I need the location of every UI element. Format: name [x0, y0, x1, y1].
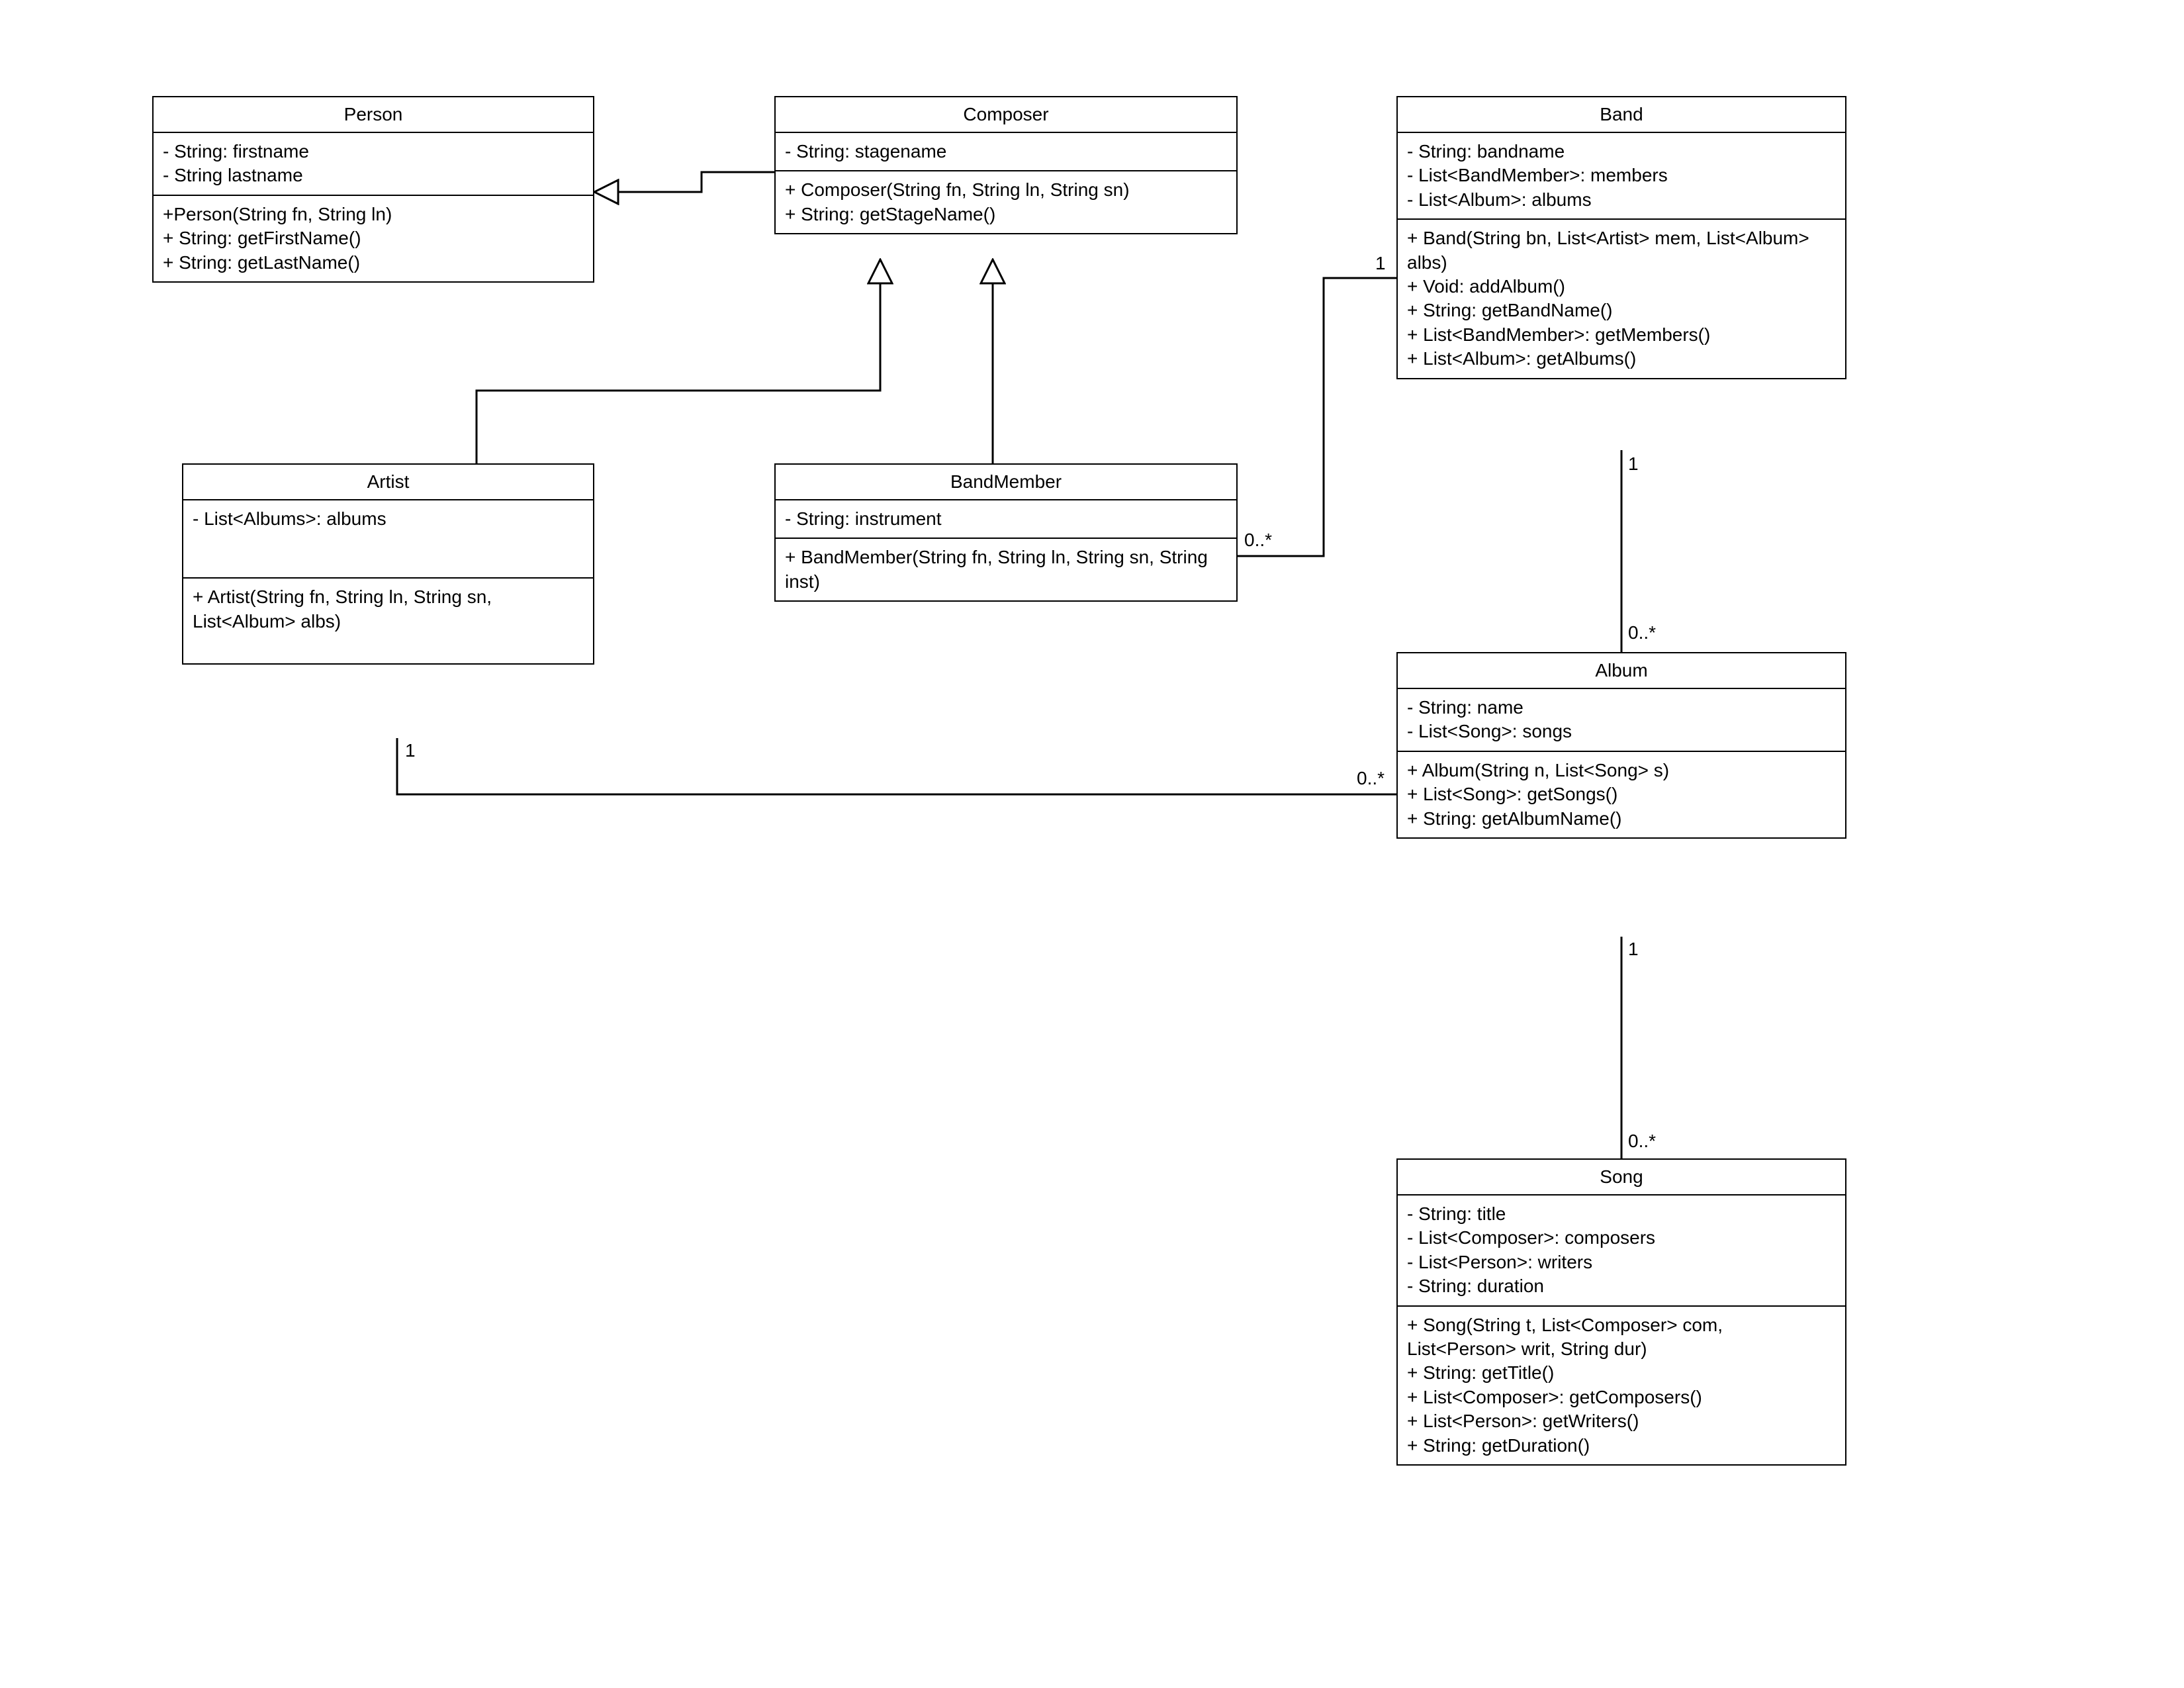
mult-album-one: 1	[1628, 939, 1639, 960]
class-bandmember-title: BandMember	[776, 465, 1236, 500]
class-band-attributes-text: - String: bandname - List<BandMember>: m…	[1407, 140, 1836, 212]
class-composer-title: Composer	[776, 97, 1236, 133]
class-bandmember-attributes-text: - String: instrument	[785, 507, 1227, 531]
class-person-attributes: - String: firstname - String lastname	[154, 133, 593, 196]
class-album-operations-text: + Album(String n, List<Song> s) + List<S…	[1407, 759, 1836, 831]
class-song[interactable]: Song - String: title - List<Composer>: c…	[1396, 1158, 1846, 1466]
class-composer[interactable]: Composer - String: stagename + Composer(…	[774, 96, 1238, 234]
class-album-operations: + Album(String n, List<Song> s) + List<S…	[1398, 752, 1845, 837]
class-album[interactable]: Album - String: name - List<Song>: songs…	[1396, 652, 1846, 839]
class-band[interactable]: Band - String: bandname - List<BandMembe…	[1396, 96, 1846, 379]
class-artist[interactable]: Artist - List<Albums>: albums + Artist(S…	[182, 463, 594, 665]
class-band-attributes: - String: bandname - List<BandMember>: m…	[1398, 133, 1845, 220]
class-song-operations-text: + Song(String t, List<Composer> com, Lis…	[1407, 1313, 1836, 1458]
class-composer-attributes: - String: stagename	[776, 133, 1236, 171]
class-artist-operations-text: + Artist(String fn, String ln, String sn…	[193, 585, 584, 633]
class-band-operations: + Band(String bn, List<Artist> mem, List…	[1398, 220, 1845, 377]
class-song-attributes: - String: title - List<Composer>: compos…	[1398, 1196, 1845, 1307]
mult-band-one: 1	[1375, 253, 1386, 274]
class-album-attributes: - String: name - List<Song>: songs	[1398, 689, 1845, 752]
mult-bandmember-many: 0..*	[1244, 530, 1272, 551]
class-song-title: Song	[1398, 1160, 1845, 1196]
uml-canvas: Person - String: firstname - String last…	[0, 0, 2184, 1688]
mult-band-album-many: 0..*	[1628, 622, 1656, 643]
class-artist-title: Artist	[183, 465, 593, 500]
mult-artist-one: 1	[405, 740, 416, 761]
class-composer-operations: + Composer(String fn, String ln, String …	[776, 171, 1236, 233]
class-artist-attributes: - List<Albums>: albums	[183, 500, 593, 579]
class-person-title: Person	[154, 97, 593, 133]
class-band-operations-text: + Band(String bn, List<Artist> mem, List…	[1407, 226, 1836, 371]
class-album-title: Album	[1398, 653, 1845, 689]
class-bandmember-operations-text: + BandMember(String fn, String ln, Strin…	[785, 545, 1227, 594]
class-bandmember-operations: + BandMember(String fn, String ln, Strin…	[776, 539, 1236, 600]
class-person[interactable]: Person - String: firstname - String last…	[152, 96, 594, 283]
class-person-attributes-text: - String: firstname - String lastname	[163, 140, 584, 188]
class-artist-attributes-text: - List<Albums>: albums	[193, 507, 584, 531]
class-composer-attributes-text: - String: stagename	[785, 140, 1227, 164]
class-album-attributes-text: - String: name - List<Song>: songs	[1407, 696, 1836, 744]
class-artist-operations: + Artist(String fn, String ln, String sn…	[183, 579, 593, 663]
class-composer-operations-text: + Composer(String fn, String ln, String …	[785, 178, 1227, 226]
mult-album-song-many: 0..*	[1628, 1131, 1656, 1152]
class-person-operations: +Person(String fn, String ln) + String: …	[154, 196, 593, 281]
class-bandmember[interactable]: BandMember - String: instrument + BandMe…	[774, 463, 1238, 602]
mult-band-album-one: 1	[1628, 453, 1639, 475]
class-band-title: Band	[1398, 97, 1845, 133]
class-song-attributes-text: - String: title - List<Composer>: compos…	[1407, 1202, 1836, 1299]
class-bandmember-attributes: - String: instrument	[776, 500, 1236, 539]
class-song-operations: + Song(String t, List<Composer> com, Lis…	[1398, 1307, 1845, 1464]
mult-artist-album-many: 0..*	[1357, 768, 1385, 789]
class-person-operations-text: +Person(String fn, String ln) + String: …	[163, 203, 584, 275]
